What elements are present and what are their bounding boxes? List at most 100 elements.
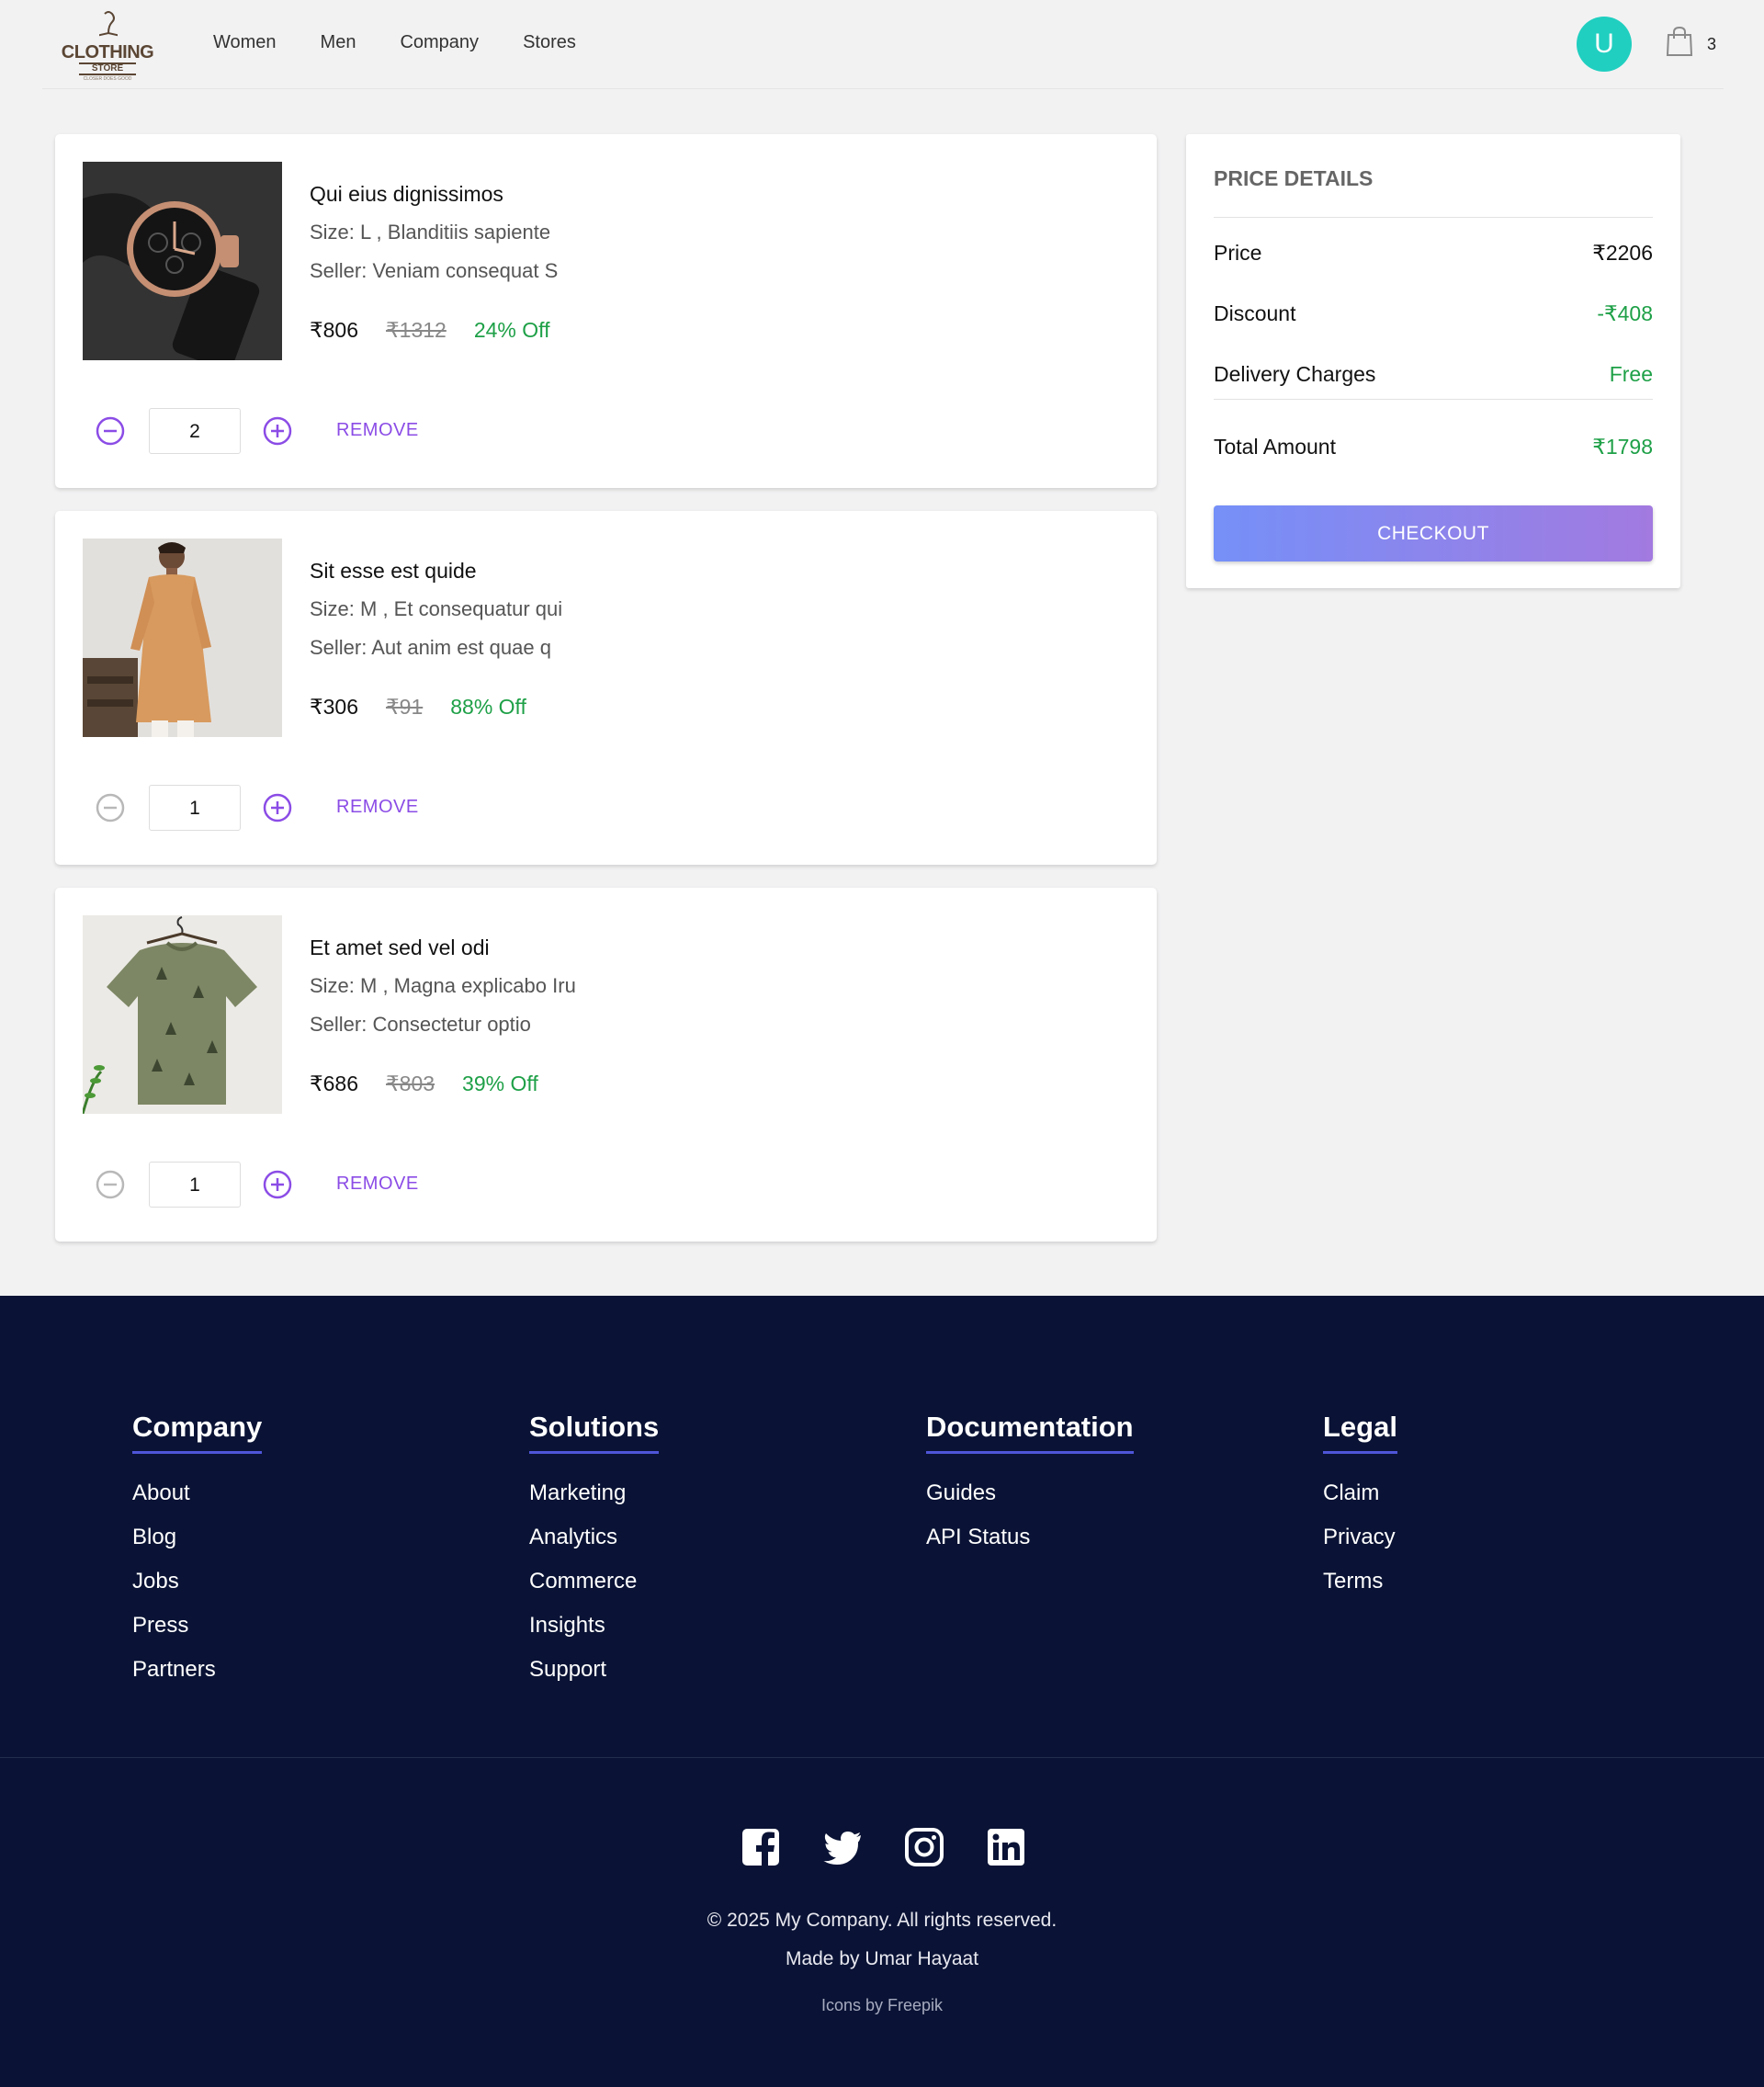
- made-by-text: Made by Umar Hayaat: [785, 1948, 979, 1969]
- product-seller: Seller: Aut anim est quae q: [310, 636, 551, 659]
- decrease-quantity-icon[interactable]: [96, 1170, 125, 1199]
- product-name[interactable]: Sit esse est quide: [310, 559, 477, 584]
- footer-link[interactable]: Insights: [529, 1614, 659, 1638]
- nav-company[interactable]: Company: [400, 32, 479, 53]
- footer-link[interactable]: Privacy: [1323, 1526, 1397, 1549]
- footer-link[interactable]: Marketing: [529, 1481, 659, 1505]
- price-details-panel: PRICE DETAILS Price ₹2206 Discount -₹408…: [1186, 134, 1680, 588]
- footer-column-title: Solutions: [529, 1411, 660, 1454]
- user-avatar[interactable]: U: [1577, 17, 1632, 72]
- quantity-field[interactable]: 1: [149, 785, 241, 831]
- nav-stores[interactable]: Stores: [523, 32, 576, 53]
- footer-column-documentation: Documentation Guides API Status: [926, 1411, 1134, 1570]
- footer-link[interactable]: Partners: [132, 1658, 262, 1682]
- store-logo[interactable]: CLOTHING STORE CLOSER DOES GOOD: [59, 9, 156, 82]
- footer-link[interactable]: Terms: [1323, 1570, 1397, 1594]
- logo-sub: STORE: [79, 62, 136, 75]
- discount-label: Discount: [1214, 301, 1296, 325]
- logo-brand: CLOTHING: [61, 42, 154, 62]
- quantity-stepper: 2 REMOVE: [96, 408, 555, 454]
- product-size: Size: M , Magna explicabo Iru: [310, 974, 576, 997]
- total-row: Total Amount ₹1798: [1214, 435, 1653, 459]
- price-details-title: PRICE DETAILS: [1214, 166, 1374, 190]
- increase-quantity-icon[interactable]: [263, 1170, 292, 1199]
- linkedin-icon[interactable]: [986, 1827, 1026, 1867]
- decrease-quantity-icon[interactable]: [96, 793, 125, 822]
- icons-credit-link[interactable]: Icons by Freepik: [0, 1996, 1764, 2015]
- quantity-field[interactable]: 2: [149, 408, 241, 454]
- main-nav: Women Men Company Stores: [213, 32, 620, 53]
- footer-column-title: Documentation: [926, 1411, 1134, 1454]
- site-header: CLOTHING STORE CLOSER DOES GOOD Women Me…: [42, 0, 1724, 89]
- kurta-image: [83, 539, 282, 737]
- logo-tagline: CLOSER DOES GOOD: [83, 76, 132, 82]
- footer-divider: [0, 1757, 1764, 1758]
- footer-link[interactable]: Jobs: [132, 1570, 262, 1594]
- product-discount: 39% Off: [462, 1072, 538, 1095]
- product-image[interactable]: [83, 915, 282, 1114]
- cart-item: Sit esse est quide Size: M , Et consequa…: [55, 511, 1157, 865]
- nav-men[interactable]: Men: [321, 32, 356, 53]
- checkout-button[interactable]: CHECKOUT: [1214, 505, 1653, 561]
- divider: [1214, 217, 1653, 218]
- total-value: ₹1798: [1592, 435, 1653, 459]
- footer-column-solutions: Solutions Marketing Analytics Commerce I…: [529, 1411, 660, 1702]
- product-discount: 24% Off: [473, 318, 550, 342]
- shopping-bag-icon[interactable]: [1666, 26, 1693, 57]
- total-label: Total Amount: [1214, 435, 1336, 459]
- instagram-icon[interactable]: [904, 1827, 944, 1867]
- tshirt-image: [83, 915, 282, 1114]
- product-name[interactable]: Qui eius dignissimos: [310, 182, 503, 207]
- copyright-text: © 2025 My Company. All rights reserved.: [707, 1910, 1057, 1931]
- product-prices: ₹306 ₹91 88% Off: [310, 695, 526, 720]
- product-size: Size: L , Blanditiis sapiente: [310, 221, 551, 244]
- site-footer: Company About Blog Jobs Press Partners S…: [0, 1296, 1764, 2087]
- remove-button[interactable]: REMOVE: [336, 797, 419, 818]
- quantity-field[interactable]: 1: [149, 1162, 241, 1208]
- footer-link[interactable]: About: [132, 1481, 262, 1505]
- product-prices: ₹806 ₹1312 24% Off: [310, 318, 550, 343]
- divider: [1214, 399, 1653, 400]
- watch-image: [83, 162, 282, 360]
- footer-link[interactable]: Commerce: [529, 1570, 659, 1594]
- nav-women[interactable]: Women: [213, 32, 277, 53]
- footer-link[interactable]: Support: [529, 1658, 659, 1682]
- footer-link[interactable]: Blog: [132, 1526, 262, 1549]
- product-mrp: ₹91: [386, 695, 424, 719]
- footer-link[interactable]: Guides: [926, 1481, 1134, 1505]
- remove-button[interactable]: REMOVE: [336, 420, 419, 441]
- product-image[interactable]: [83, 162, 282, 360]
- price-value: ₹2206: [1592, 241, 1653, 265]
- cart-item: Qui eius dignissimos Size: L , Blanditii…: [55, 134, 1157, 488]
- twitter-icon[interactable]: [822, 1827, 863, 1867]
- footer-column-company: Company About Blog Jobs Press Partners: [132, 1411, 263, 1702]
- decrease-quantity-icon[interactable]: [96, 416, 125, 446]
- remove-button[interactable]: REMOVE: [336, 1174, 419, 1195]
- product-price: ₹686: [310, 1072, 359, 1095]
- footer-column-legal: Legal Claim Privacy Terms: [1323, 1411, 1397, 1614]
- product-prices: ₹686 ₹803 39% Off: [310, 1072, 538, 1096]
- increase-quantity-icon[interactable]: [263, 416, 292, 446]
- product-name[interactable]: Et amet sed vel odi: [310, 936, 490, 960]
- quantity-stepper: 1 REMOVE: [96, 1162, 555, 1208]
- delivery-label: Delivery Charges: [1214, 362, 1376, 386]
- footer-column-title: Legal: [1323, 1411, 1397, 1454]
- footer-column-title: Company: [132, 1411, 263, 1454]
- product-size: Size: M , Et consequatur qui: [310, 597, 563, 620]
- product-mrp: ₹803: [386, 1072, 435, 1095]
- footer-link[interactable]: Claim: [1323, 1481, 1397, 1505]
- price-row: Price ₹2206: [1214, 241, 1653, 266]
- facebook-icon[interactable]: [741, 1827, 781, 1867]
- social-links: [741, 1827, 1068, 1867]
- delivery-row: Delivery Charges Free: [1214, 362, 1653, 387]
- discount-value: -₹408: [1597, 301, 1653, 325]
- product-image[interactable]: [83, 539, 282, 737]
- footer-link[interactable]: API Status: [926, 1526, 1134, 1549]
- footer-link[interactable]: Press: [132, 1614, 262, 1638]
- footer-link[interactable]: Analytics: [529, 1526, 659, 1549]
- increase-quantity-icon[interactable]: [263, 793, 292, 822]
- cart-count: 3: [1707, 35, 1717, 53]
- product-mrp: ₹1312: [386, 318, 447, 342]
- product-price: ₹806: [310, 318, 359, 342]
- cart-item: Et amet sed vel odi Size: M , Magna expl…: [55, 888, 1157, 1242]
